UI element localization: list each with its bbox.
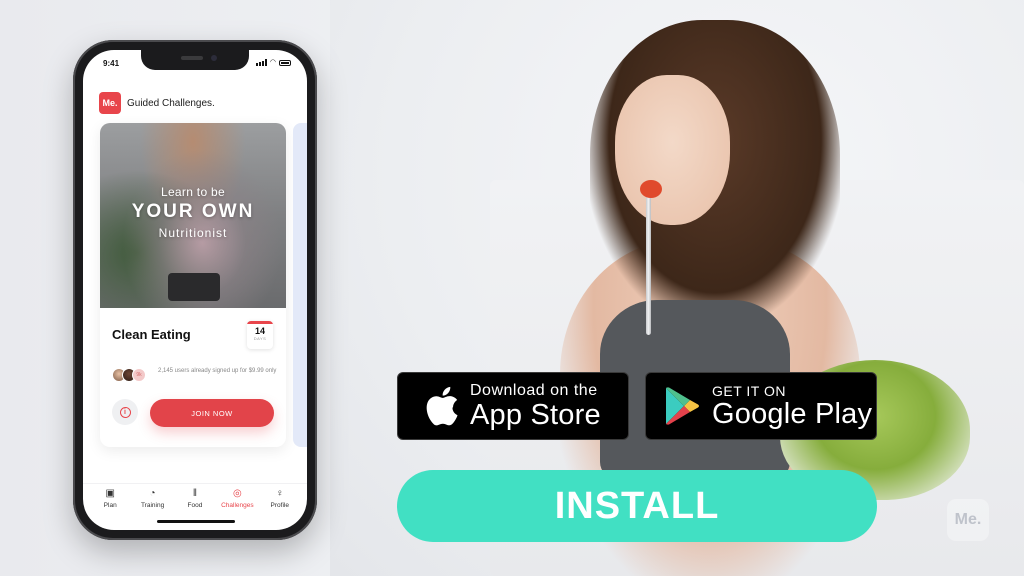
plan-icon: ▣ — [105, 488, 115, 499]
tab-label: Challenges — [221, 502, 254, 509]
install-button[interactable]: INSTALL — [397, 470, 877, 542]
app-store-big-text: App Store — [470, 399, 601, 431]
challenge-card[interactable]: Learn to be YOUR OWN Nutritionist Clean … — [100, 123, 286, 447]
training-icon: ◔ — [149, 488, 156, 499]
fork — [646, 195, 651, 335]
avatar-more: 9k — [132, 368, 146, 382]
signal-icon — [255, 59, 267, 66]
tab-label: Profile — [270, 502, 289, 509]
challenges-icon: ◎ — [232, 488, 242, 499]
tab-food[interactable]: ǁ Food — [175, 488, 215, 517]
google-play-big-text: Google Play — [712, 398, 873, 430]
status-icons: ◠ — [255, 59, 291, 66]
tomato — [640, 180, 662, 198]
phone-screen: 9:41 ◠ Me. Guided Challenges. Learn to b… — [83, 50, 307, 530]
status-time: 9:41 — [103, 59, 120, 68]
blender-base — [168, 273, 220, 301]
info-button[interactable]: i — [112, 399, 138, 425]
tab-label: Training — [140, 502, 165, 509]
caption-line-2: YOUR OWN — [131, 201, 255, 222]
app-store-badge[interactable]: Download on the App Store — [397, 372, 629, 440]
signup-count-text: 2,145 users already signed up for $9.99 … — [158, 368, 277, 374]
apple-icon — [426, 386, 458, 426]
app-logo: Me. — [99, 92, 121, 114]
participant-avatars: 9k — [112, 368, 146, 382]
next-card-peek[interactable] — [293, 123, 307, 447]
food-icon: ǁ — [192, 488, 198, 499]
google-play-small-text: GET IT ON — [712, 383, 786, 399]
profile-icon: ♀ — [276, 488, 284, 499]
app-header: Me. Guided Challenges. — [99, 92, 215, 114]
tab-profile[interactable]: ♀ Profile — [260, 488, 300, 517]
wifi-icon: ◠ — [269, 59, 276, 66]
challenge-title: Clean Eating — [112, 327, 191, 342]
days-number: 14 — [254, 326, 265, 336]
app-store-text: Download on the App Store — [470, 382, 601, 430]
challenge-image-caption: Learn to be YOUR OWN Nutritionist — [100, 185, 286, 240]
days-badge: 14 DAYS — [247, 321, 273, 349]
google-play-badge[interactable]: GET IT ON Google Play — [645, 372, 877, 440]
caption-line-3: Nutritionist — [158, 226, 228, 240]
challenge-image: Learn to be YOUR OWN Nutritionist — [100, 123, 286, 308]
home-indicator — [157, 520, 235, 523]
days-label: DAYS — [253, 336, 267, 341]
google-play-icon — [666, 387, 699, 425]
phone-notch — [141, 50, 249, 70]
caption-line-1: Learn to be — [160, 185, 225, 199]
speaker — [181, 56, 203, 60]
woman-face — [615, 75, 730, 225]
join-now-button[interactable]: JOIN NOW — [150, 399, 274, 427]
tab-bar: ▣ Plan ◔ Training ǁ Food ◎ Challenges ♀ … — [83, 483, 307, 517]
tab-label: Food — [187, 502, 203, 509]
app-store-small-text: Download on the — [470, 382, 598, 399]
battery-icon — [279, 59, 291, 66]
front-camera — [211, 55, 217, 61]
brand-watermark: Me. — [947, 499, 989, 541]
google-play-text: GET IT ON Google Play — [712, 383, 872, 429]
tab-label: Plan — [103, 502, 117, 509]
info-icon: i — [119, 406, 131, 418]
tab-challenges[interactable]: ◎ Challenges — [217, 488, 257, 517]
tab-training[interactable]: ◔ Training — [133, 488, 173, 517]
tab-plan[interactable]: ▣ Plan — [90, 488, 130, 517]
app-title: Guided Challenges. — [127, 97, 215, 109]
phone-mockup: 9:41 ◠ Me. Guided Challenges. Learn to b… — [73, 40, 317, 540]
